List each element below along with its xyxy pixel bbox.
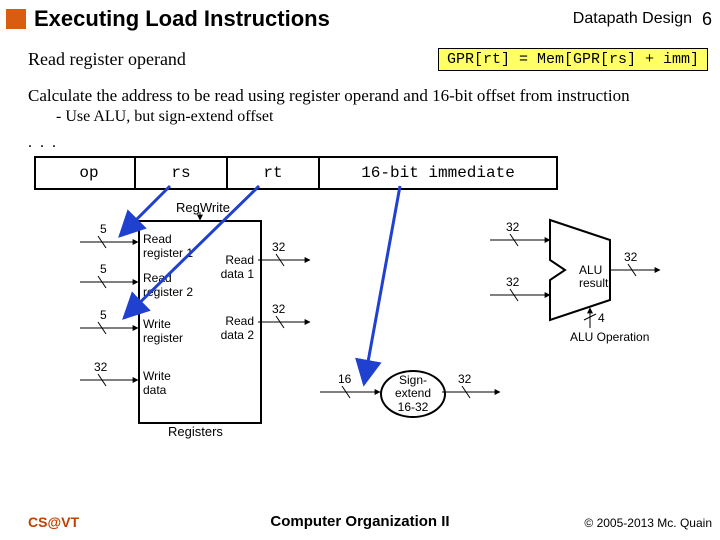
instruction-fields: op rs rt 16-bit immediate xyxy=(34,156,558,190)
bit-4: 4 xyxy=(598,311,605,325)
bit-32a: 32 xyxy=(94,360,108,374)
field-op: op xyxy=(36,158,136,188)
bit-32c: 32 xyxy=(272,302,286,316)
description-line-1: Calculate the address to be read using r… xyxy=(28,86,708,106)
wires-svg: 5 5 5 32 32 32 16 32 xyxy=(40,200,690,480)
bit-32f: 32 xyxy=(506,275,520,289)
bit-5a: 5 xyxy=(100,222,107,236)
arrow-imm-to-signext xyxy=(364,186,400,384)
chapter-label: Datapath Design xyxy=(573,10,692,28)
datapath-diagram: RegWrite Registers Readregister 1 Readre… xyxy=(40,200,690,480)
ellipsis: . . . xyxy=(28,134,58,152)
slide-title: Executing Load Instructions xyxy=(34,6,573,32)
bit-32e: 32 xyxy=(506,220,520,234)
slide-number: 6 xyxy=(702,9,712,30)
bit-32d: 32 xyxy=(458,372,472,386)
bit-32g: 32 xyxy=(624,250,638,264)
arrow-rt-to-writereg xyxy=(124,186,259,318)
field-rt: rt xyxy=(228,158,320,188)
arrow-rs-to-readreg1 xyxy=(120,186,170,236)
rtL-code: GPR[rt] = Mem[GPR[rs] + imm] xyxy=(438,48,708,71)
bit-32b: 32 xyxy=(272,240,286,254)
description-line-2: - Use ALU, but sign-extend offset xyxy=(56,108,273,126)
bit-5c: 5 xyxy=(100,308,107,322)
bit-16: 16 xyxy=(338,372,352,386)
step-label: Read register operand xyxy=(28,49,186,70)
field-rs: rs xyxy=(136,158,228,188)
title-accent-box xyxy=(6,9,26,29)
alu-shape xyxy=(550,220,610,320)
field-imm: 16-bit immediate xyxy=(320,158,556,188)
footer-right: © 2005-2013 Mc. Quain xyxy=(584,516,712,530)
bit-5b: 5 xyxy=(100,262,107,276)
